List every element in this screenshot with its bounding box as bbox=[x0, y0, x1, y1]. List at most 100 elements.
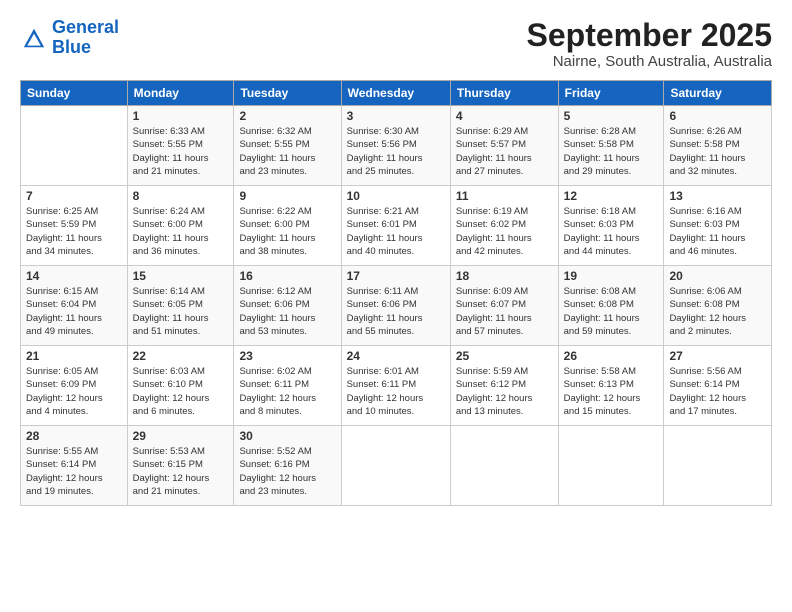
cell-info: Sunrise: 6:25 AM Sunset: 5:59 PM Dayligh… bbox=[26, 205, 122, 258]
logo-blue-word: Blue bbox=[52, 37, 91, 57]
day-number: 17 bbox=[347, 269, 445, 283]
cell-info: Sunrise: 6:02 AM Sunset: 6:11 PM Dayligh… bbox=[239, 365, 335, 418]
calendar-cell: 5Sunrise: 6:28 AM Sunset: 5:58 PM Daylig… bbox=[558, 106, 664, 186]
day-number: 20 bbox=[669, 269, 766, 283]
cell-info: Sunrise: 5:55 AM Sunset: 6:14 PM Dayligh… bbox=[26, 445, 122, 498]
calendar-cell bbox=[21, 106, 128, 186]
cell-info: Sunrise: 5:59 AM Sunset: 6:12 PM Dayligh… bbox=[456, 365, 553, 418]
day-number: 19 bbox=[564, 269, 659, 283]
day-number: 27 bbox=[669, 349, 766, 363]
cell-info: Sunrise: 6:01 AM Sunset: 6:11 PM Dayligh… bbox=[347, 365, 445, 418]
day-number: 28 bbox=[26, 429, 122, 443]
calendar-cell: 30 Sunrise: 5:52 AM Sunset: 6:16 PM Dayli… bbox=[234, 426, 341, 506]
day-number: 4 bbox=[456, 109, 553, 123]
col-header-saturday: Saturday bbox=[664, 81, 772, 106]
calendar-cell: 8 Sunrise: 6:24 AM Sunset: 6:00 PM Daylig… bbox=[127, 186, 234, 266]
week-row-3: 14 Sunrise: 6:15 AM Sunset: 6:04 PM Dayli… bbox=[21, 266, 772, 346]
cell-info: Sunrise: 6:08 AM Sunset: 6:08 PM Dayligh… bbox=[564, 285, 659, 338]
calendar-cell: 19 Sunrise: 6:08 AM Sunset: 6:08 PM Dayli… bbox=[558, 266, 664, 346]
cell-info: Sunrise: 5:52 AM Sunset: 6:16 PM Dayligh… bbox=[239, 445, 335, 498]
cell-info: Sunrise: 6:18 AM Sunset: 6:03 PM Dayligh… bbox=[564, 205, 659, 258]
day-number: 3 bbox=[347, 109, 445, 123]
calendar-cell: 20 Sunrise: 6:06 AM Sunset: 6:08 PM Dayli… bbox=[664, 266, 772, 346]
cell-info: Sunrise: 6:09 AM Sunset: 6:07 PM Dayligh… bbox=[456, 285, 553, 338]
calendar-cell: 7 Sunrise: 6:25 AM Sunset: 5:59 PM Daylig… bbox=[21, 186, 128, 266]
day-number: 29 bbox=[133, 429, 229, 443]
day-number: 30 bbox=[239, 429, 335, 443]
calendar-cell: 22 Sunrise: 6:03 AM Sunset: 6:10 PM Dayli… bbox=[127, 346, 234, 426]
week-row-4: 21 Sunrise: 6:05 AM Sunset: 6:09 PM Dayli… bbox=[21, 346, 772, 426]
cell-info: Sunrise: 6:33 AM Sunset: 5:55 PM Dayligh… bbox=[133, 125, 229, 178]
calendar-cell: 16 Sunrise: 6:12 AM Sunset: 6:06 PM Dayli… bbox=[234, 266, 341, 346]
calendar-cell: 13 Sunrise: 6:16 AM Sunset: 6:03 PM Dayli… bbox=[664, 186, 772, 266]
cell-info: Sunrise: 5:53 AM Sunset: 6:15 PM Dayligh… bbox=[133, 445, 229, 498]
calendar-cell: 2Sunrise: 6:32 AM Sunset: 5:55 PM Daylig… bbox=[234, 106, 341, 186]
calendar-cell: 15Sunrise: 6:14 AM Sunset: 6:05 PM Dayli… bbox=[127, 266, 234, 346]
calendar-cell: 1 Sunrise: 6:33 AM Sunset: 5:55 PM Daylig… bbox=[127, 106, 234, 186]
cell-info: Sunrise: 6:12 AM Sunset: 6:06 PM Dayligh… bbox=[239, 285, 335, 338]
calendar-cell: 26Sunrise: 5:58 AM Sunset: 6:13 PM Dayli… bbox=[558, 346, 664, 426]
calendar-cell: 10Sunrise: 6:21 AM Sunset: 6:01 PM Dayli… bbox=[341, 186, 450, 266]
calendar-cell bbox=[664, 426, 772, 506]
calendar-cell: 17 Sunrise: 6:11 AM Sunset: 6:06 PM Dayli… bbox=[341, 266, 450, 346]
calendar-cell: 3 Sunrise: 6:30 AM Sunset: 5:56 PM Daylig… bbox=[341, 106, 450, 186]
calendar-cell: 21 Sunrise: 6:05 AM Sunset: 6:09 PM Dayli… bbox=[21, 346, 128, 426]
col-header-sunday: Sunday bbox=[21, 81, 128, 106]
calendar-cell: 11 Sunrise: 6:19 AM Sunset: 6:02 PM Dayli… bbox=[450, 186, 558, 266]
calendar-cell: 28 Sunrise: 5:55 AM Sunset: 6:14 PM Dayli… bbox=[21, 426, 128, 506]
location-subtitle: Nairne, South Australia, Australia bbox=[527, 53, 772, 70]
cell-info: Sunrise: 6:26 AM Sunset: 5:58 PM Dayligh… bbox=[669, 125, 766, 178]
cell-info: Sunrise: 6:06 AM Sunset: 6:08 PM Dayligh… bbox=[669, 285, 766, 338]
cell-info: Sunrise: 6:16 AM Sunset: 6:03 PM Dayligh… bbox=[669, 205, 766, 258]
day-number: 12 bbox=[564, 189, 659, 203]
calendar-table: SundayMondayTuesdayWednesdayThursdayFrid… bbox=[20, 80, 772, 506]
month-title: September 2025 bbox=[527, 18, 772, 53]
day-number: 14 bbox=[26, 269, 122, 283]
day-number: 2 bbox=[239, 109, 335, 123]
cell-info: Sunrise: 6:19 AM Sunset: 6:02 PM Dayligh… bbox=[456, 205, 553, 258]
day-number: 23 bbox=[239, 349, 335, 363]
day-number: 1 bbox=[133, 109, 229, 123]
cell-info: Sunrise: 6:15 AM Sunset: 6:04 PM Dayligh… bbox=[26, 285, 122, 338]
col-header-wednesday: Wednesday bbox=[341, 81, 450, 106]
week-row-2: 7 Sunrise: 6:25 AM Sunset: 5:59 PM Daylig… bbox=[21, 186, 772, 266]
calendar-cell: 4Sunrise: 6:29 AM Sunset: 5:57 PM Daylig… bbox=[450, 106, 558, 186]
calendar-cell: 12 Sunrise: 6:18 AM Sunset: 6:03 PM Dayli… bbox=[558, 186, 664, 266]
cell-info: Sunrise: 6:05 AM Sunset: 6:09 PM Dayligh… bbox=[26, 365, 122, 418]
day-number: 25 bbox=[456, 349, 553, 363]
header-row: SundayMondayTuesdayWednesdayThursdayFrid… bbox=[21, 81, 772, 106]
day-number: 21 bbox=[26, 349, 122, 363]
col-header-monday: Monday bbox=[127, 81, 234, 106]
day-number: 10 bbox=[347, 189, 445, 203]
col-header-thursday: Thursday bbox=[450, 81, 558, 106]
day-number: 11 bbox=[456, 189, 553, 203]
cell-info: Sunrise: 6:28 AM Sunset: 5:58 PM Dayligh… bbox=[564, 125, 659, 178]
week-row-5: 28 Sunrise: 5:55 AM Sunset: 6:14 PM Dayli… bbox=[21, 426, 772, 506]
calendar-cell: 23 Sunrise: 6:02 AM Sunset: 6:11 PM Dayli… bbox=[234, 346, 341, 426]
title-block: September 2025 Nairne, South Australia, … bbox=[527, 18, 772, 70]
header: General Blue September 2025 Nairne, Sout… bbox=[20, 18, 772, 70]
day-number: 22 bbox=[133, 349, 229, 363]
day-number: 16 bbox=[239, 269, 335, 283]
page: General Blue September 2025 Nairne, Sout… bbox=[0, 0, 792, 612]
day-number: 8 bbox=[133, 189, 229, 203]
cell-info: Sunrise: 6:30 AM Sunset: 5:56 PM Dayligh… bbox=[347, 125, 445, 178]
day-number: 7 bbox=[26, 189, 122, 203]
calendar-cell: 25 Sunrise: 5:59 AM Sunset: 6:12 PM Dayli… bbox=[450, 346, 558, 426]
cell-info: Sunrise: 6:03 AM Sunset: 6:10 PM Dayligh… bbox=[133, 365, 229, 418]
cell-info: Sunrise: 6:24 AM Sunset: 6:00 PM Dayligh… bbox=[133, 205, 229, 258]
day-number: 6 bbox=[669, 109, 766, 123]
day-number: 13 bbox=[669, 189, 766, 203]
week-row-1: 1 Sunrise: 6:33 AM Sunset: 5:55 PM Daylig… bbox=[21, 106, 772, 186]
calendar-cell bbox=[341, 426, 450, 506]
logo-general: General bbox=[52, 17, 119, 37]
day-number: 26 bbox=[564, 349, 659, 363]
day-number: 9 bbox=[239, 189, 335, 203]
calendar-cell: 29 Sunrise: 5:53 AM Sunset: 6:15 PM Dayli… bbox=[127, 426, 234, 506]
day-number: 18 bbox=[456, 269, 553, 283]
calendar-cell bbox=[450, 426, 558, 506]
cell-info: Sunrise: 6:22 AM Sunset: 6:00 PM Dayligh… bbox=[239, 205, 335, 258]
logo-text: General Blue bbox=[52, 18, 119, 58]
cell-info: Sunrise: 6:11 AM Sunset: 6:06 PM Dayligh… bbox=[347, 285, 445, 338]
day-number: 15 bbox=[133, 269, 229, 283]
